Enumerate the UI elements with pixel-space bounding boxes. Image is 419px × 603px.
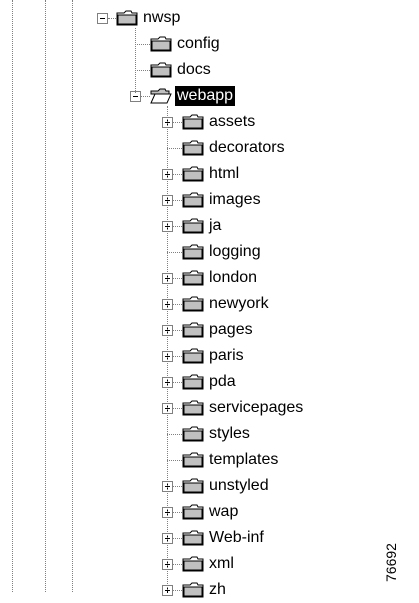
tree-node-label-newyork[interactable]: newyork <box>207 294 271 314</box>
tree-node-label-servicepages[interactable]: servicepages <box>207 398 305 418</box>
tree-node-label-docs[interactable]: docs <box>175 60 213 80</box>
tree-guide-line <box>72 0 73 592</box>
folder-icon <box>182 530 204 546</box>
folder-icon <box>182 504 204 520</box>
tree-connector <box>167 460 182 461</box>
tree-node-label-web-inf[interactable]: Web-inf <box>207 528 266 548</box>
tree-connector <box>167 252 182 253</box>
tree-connector <box>173 564 182 565</box>
tree-node-label-templates[interactable]: templates <box>207 450 280 470</box>
tree-node-label-unstyled[interactable]: unstyled <box>207 476 271 496</box>
tree-guide-line <box>12 0 13 592</box>
folder-icon <box>182 322 204 338</box>
folder-icon <box>182 192 204 208</box>
tree-connector <box>108 18 116 19</box>
tree-connector <box>173 200 182 201</box>
tree-connector <box>173 226 182 227</box>
tree-node-label-config[interactable]: config <box>175 34 222 54</box>
tree-node-label-decorators[interactable]: decorators <box>207 138 287 158</box>
tree-guide-line <box>135 28 136 93</box>
folder-icon <box>116 10 138 26</box>
tree-node-label-html[interactable]: html <box>207 164 241 184</box>
tree-connector <box>173 382 182 383</box>
figure-id: 76692 <box>383 543 399 582</box>
tree-connector <box>167 148 182 149</box>
folder-icon <box>182 400 204 416</box>
folder-icon <box>182 114 204 130</box>
tree-node-label-nwsp[interactable]: nwsp <box>141 8 182 28</box>
folder-icon <box>182 582 204 598</box>
tree-connector <box>173 512 182 513</box>
folder-icon <box>182 244 204 260</box>
tree-connector <box>141 96 150 97</box>
tree-guide-line <box>45 0 46 592</box>
folder-icon <box>182 452 204 468</box>
folder-open-icon <box>150 88 172 104</box>
tree-node-label-pages[interactable]: pages <box>207 320 255 340</box>
tree-node-label-ja[interactable]: ja <box>207 216 223 236</box>
tree-node-label-paris[interactable]: paris <box>207 346 246 366</box>
collapse-icon[interactable] <box>97 13 108 24</box>
folder-icon <box>182 374 204 390</box>
tree-node-label-images[interactable]: images <box>207 190 263 210</box>
tree-node-label-logging[interactable]: logging <box>207 242 263 262</box>
tree-connector <box>173 408 182 409</box>
tree-node-label-assets[interactable]: assets <box>207 112 257 132</box>
tree-connector <box>135 70 150 71</box>
tree-connector <box>167 434 182 435</box>
tree-node-label-zh[interactable]: zh <box>207 580 228 600</box>
tree-guide-line <box>167 106 168 590</box>
folder-icon <box>182 478 204 494</box>
folder-icon <box>182 270 204 286</box>
tree-connector <box>173 356 182 357</box>
tree-connector <box>173 330 182 331</box>
tree-connector <box>135 44 150 45</box>
folder-icon <box>182 140 204 156</box>
tree-node-label-wap[interactable]: wap <box>207 502 240 522</box>
folder-icon <box>182 348 204 364</box>
tree-node-label-london[interactable]: london <box>207 268 259 288</box>
tree-connector <box>173 538 182 539</box>
tree-connector <box>173 174 182 175</box>
tree-connector <box>173 304 182 305</box>
tree-connector <box>173 486 182 487</box>
tree-connector <box>173 278 182 279</box>
folder-icon <box>182 556 204 572</box>
tree-node-label-webapp[interactable]: webapp <box>175 86 236 106</box>
folder-icon <box>150 62 172 78</box>
folder-icon <box>182 166 204 182</box>
tree-node-label-xml[interactable]: xml <box>207 554 236 574</box>
folder-icon <box>182 218 204 234</box>
tree-connector <box>173 122 182 123</box>
folder-icon <box>182 426 204 442</box>
tree-connector <box>173 590 182 591</box>
folder-icon <box>150 36 172 52</box>
folder-icon <box>182 296 204 312</box>
tree-node-label-styles[interactable]: styles <box>207 424 252 444</box>
tree-node-label-pda[interactable]: pda <box>207 372 238 392</box>
